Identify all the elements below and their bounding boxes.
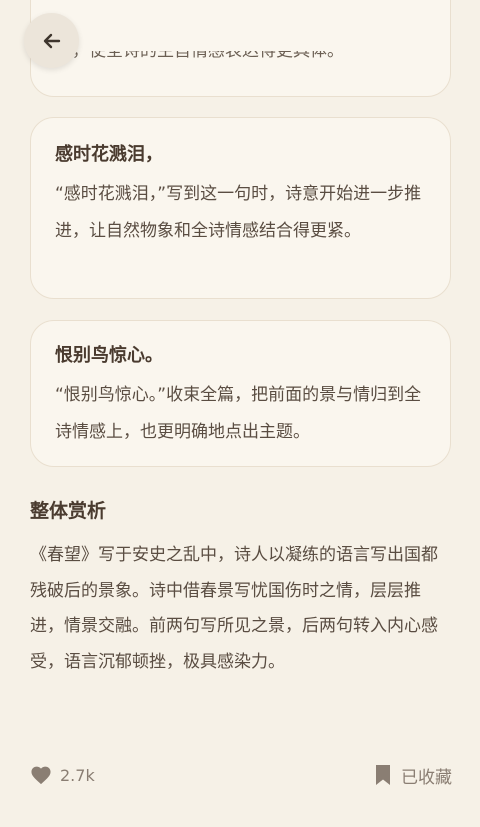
- verse-card-clipped: 家，使全诗的主旨情感表达得更具体。: [30, 0, 451, 97]
- analysis-text: 《春望》写于安史之乱中，诗人以凝练的语言写出国都残破后的景象。诗中借春景写忧国伤…: [30, 545, 438, 672]
- back-button[interactable]: [24, 13, 79, 68]
- verse-title: 感时花溅泪，: [55, 144, 163, 165]
- like-button[interactable]: 2.7k: [30, 762, 95, 788]
- verse-title: 恨别鸟惊心。: [55, 345, 163, 366]
- bookmark-icon: [376, 765, 390, 785]
- like-count: 2.7k: [60, 765, 95, 785]
- heart-icon: [31, 766, 51, 785]
- verse-explanation: “恨别鸟惊心。”收束全篇，把前面的景与情归到全诗情感上，也更明确地点出主题。: [55, 385, 422, 442]
- verse-card: 感时花溅泪， “感时花溅泪，”写到这一句时，诗意开始进一步推进，让自然物象和全诗…: [30, 117, 451, 299]
- save-button[interactable]: 已收藏: [375, 762, 452, 788]
- verse-card: 恨别鸟惊心。 “恨别鸟惊心。”收束全篇，把前面的景与情归到全诗情感上，也更明确地…: [30, 320, 451, 467]
- verse-explanation: 家，使全诗的主旨情感表达得更具体。: [55, 51, 344, 61]
- arrow-left-icon: [43, 33, 60, 48]
- analysis-title: 整体赏析: [30, 500, 107, 522]
- save-label: 已收藏: [401, 767, 452, 788]
- verse-explanation: “感时花溅泪，”写到这一句时，诗意开始进一步推进，让自然物象和全诗情感结合得更紧…: [55, 184, 422, 241]
